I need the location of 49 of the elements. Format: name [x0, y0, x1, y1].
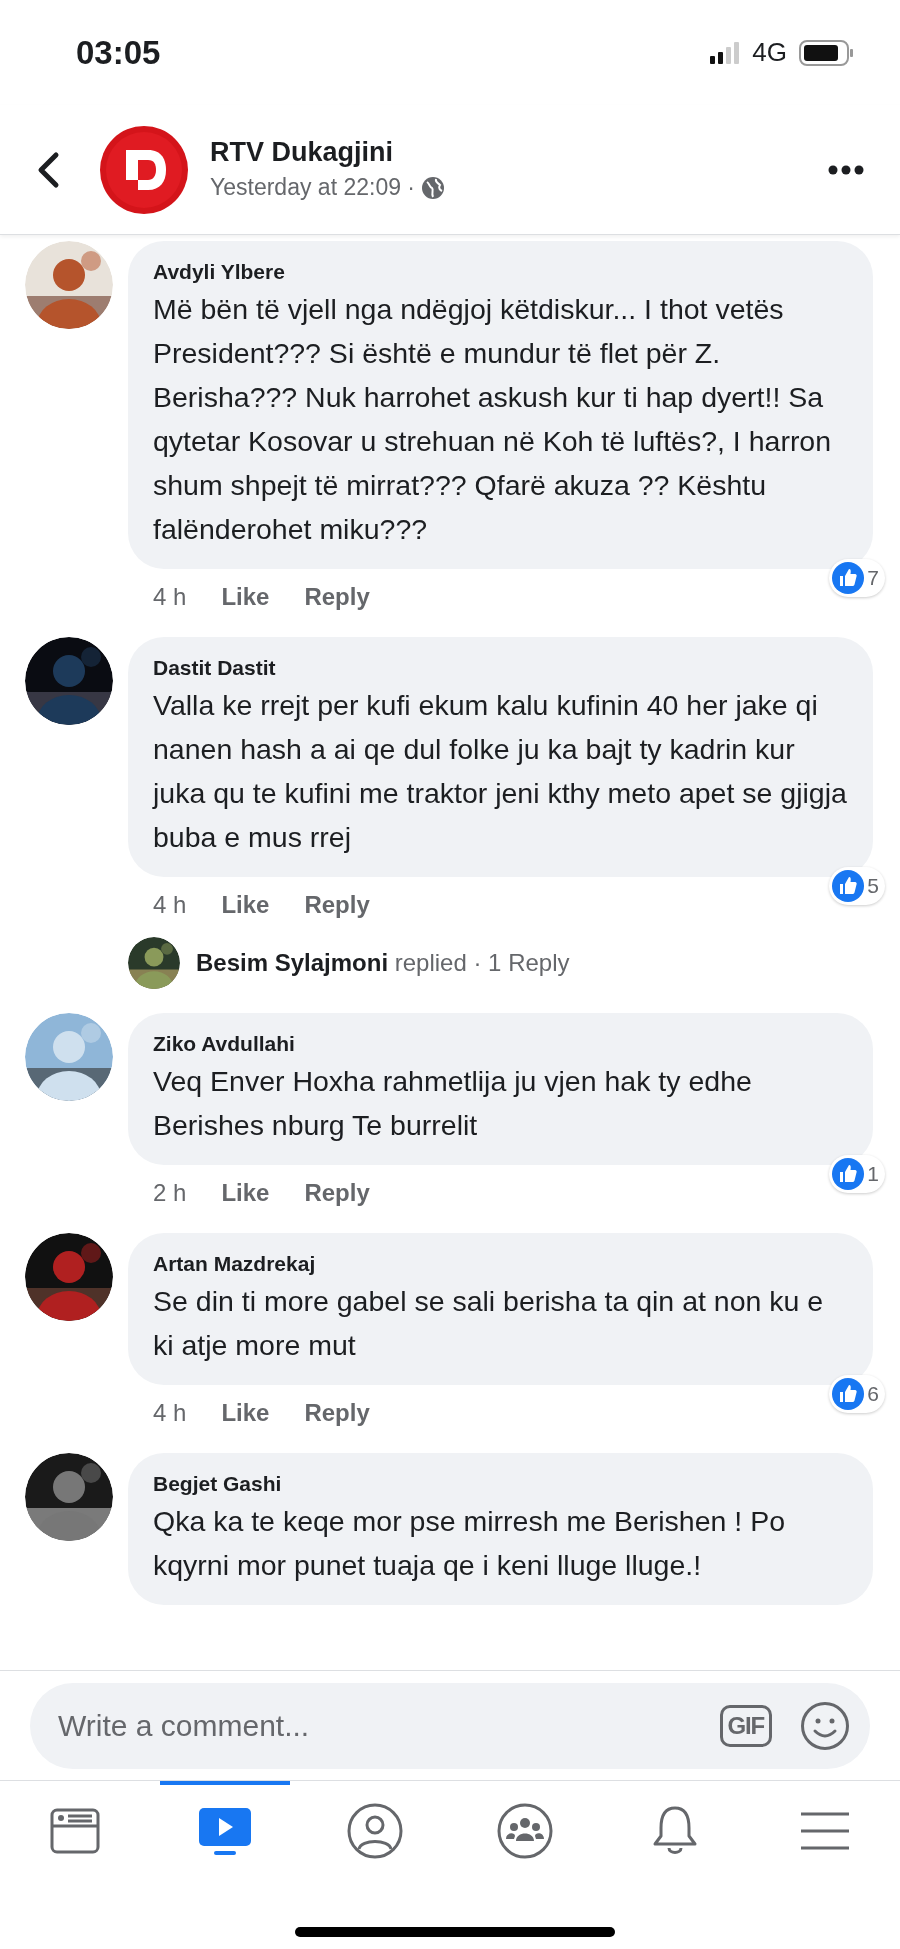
reaction-badge[interactable]: 5: [829, 867, 885, 905]
commenter-name[interactable]: Begjet Gashi: [153, 1469, 848, 1499]
comment-text: Veq Enver Hoxha rahmetlija ju vjen hak ty edhe Berishes nburg Te burrelit: [153, 1064, 753, 1143]
like-icon: [832, 1158, 865, 1190]
video-icon[interactable]: [198, 1806, 252, 1856]
commenter-name[interactable]: Avdyli Ylbere: [153, 257, 848, 287]
like-button[interactable]: Like: [221, 889, 270, 921]
comment-field[interactable]: Write a comment... GIF: [30, 1682, 870, 1769]
comment-text: Valla ke rrejt per kufi ekum kalu kufinin 40 her jake qi nanen hash a ai qe dul folke ju ka bajt ty kadrin kur juka qu te kufini me traktor jeni kthy meto apet se gjigja buba e mus rrej: [153, 688, 848, 855]
reply-button[interactable]: Reply: [304, 581, 370, 613]
comment-time: 4 h: [153, 1398, 187, 1428]
comment-text: Qka ka te keqe mor pse mirresh me Berishen ! Po kqyrni mor punet tuaja qe i keni lluge lluge.!: [153, 1504, 786, 1583]
comment-time: 2 h: [153, 1178, 187, 1208]
comment-time: 4 h: [153, 582, 187, 612]
like-button[interactable]: Like: [221, 581, 270, 613]
replies-link[interactable]: Besim Sylajmoni replied · 1 Reply: [196, 945, 570, 981]
commenter-name[interactable]: Dastit Dastit: [153, 653, 848, 683]
page-logo[interactable]: [100, 125, 188, 214]
reaction-badge[interactable]: 7: [829, 559, 885, 597]
groups-icon[interactable]: [497, 1803, 553, 1859]
like-icon: [832, 562, 865, 594]
signal-icon: [710, 41, 741, 64]
commenter-name[interactable]: Artan Mazdrekaj: [153, 1249, 848, 1279]
like-icon: [832, 1378, 865, 1410]
network-label: 4G: [752, 36, 787, 69]
profile-icon[interactable]: [347, 1803, 403, 1859]
comment-text: Më bën të vjell nga ndëgjoj këtdiskur... I thot vetës President??? Si është e mundur të flet për Z. Berisha??? Nuk harrohet askush kur ti hap dyert!! Sa qytetar Kosovar u strehuan në Koh të luftës?, I harron shum shpejt të mirrat??? Qfarë akuza ?? Kështu falënderohet miku???: [153, 292, 833, 547]
reply-button[interactable]: Reply: [304, 1177, 370, 1209]
like-icon: [832, 870, 865, 902]
news-feed-icon[interactable]: [50, 1806, 100, 1856]
globe-icon: [421, 175, 445, 200]
comment-time: 4 h: [153, 890, 187, 920]
more-icon[interactable]: [828, 164, 864, 175]
reaction-badge[interactable]: 1: [829, 1155, 885, 1193]
reply-button[interactable]: Reply: [304, 889, 370, 921]
status-time: 03:05: [76, 32, 161, 73]
like-button[interactable]: Like: [221, 1397, 270, 1429]
reply-button[interactable]: Reply: [304, 1397, 370, 1429]
commenter-name[interactable]: Ziko Avdullahi: [153, 1029, 848, 1059]
post-time: Yesterday at 22:09 ·: [210, 173, 415, 203]
menu-icon[interactable]: [801, 1811, 849, 1851]
like-button[interactable]: Like: [221, 1177, 270, 1209]
emoji-icon[interactable]: [800, 1700, 850, 1751]
battery-icon: [799, 39, 855, 66]
back-icon[interactable]: [36, 150, 60, 189]
reaction-badge[interactable]: 6: [829, 1375, 885, 1413]
comment-text: Se din ti more gabel se sali berisha ta qin at non ku e ki atje more mut: [153, 1284, 825, 1363]
gif-button[interactable]: GIF: [719, 1704, 772, 1747]
page-name[interactable]: RTV Dukagjini: [210, 134, 445, 171]
